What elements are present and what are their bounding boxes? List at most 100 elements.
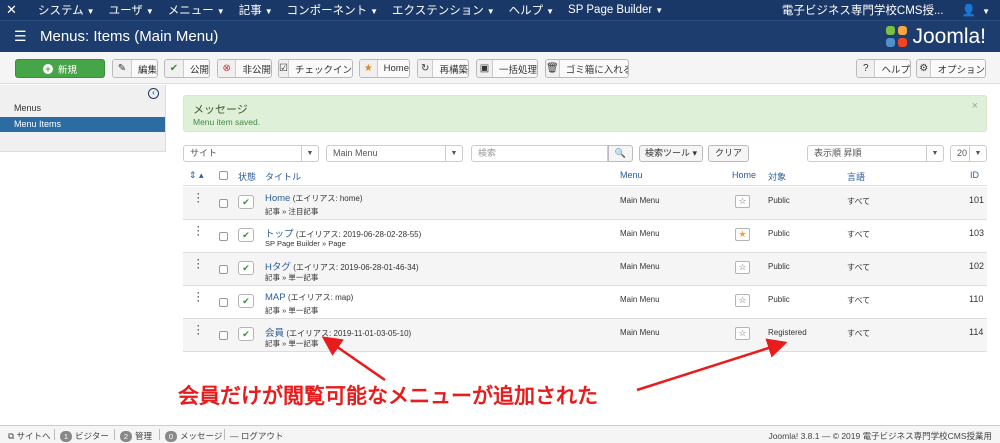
checkbox-icon: ☑	[279, 60, 289, 77]
sidebar: ‹ Menus Menu Items	[0, 85, 166, 152]
item-title-link[interactable]: MAP	[265, 292, 286, 303]
search-input[interactable]: 検索	[471, 145, 608, 162]
menu-sp-page-builder[interactable]: SP Page Builder ▼	[568, 4, 663, 16]
col-language[interactable]: 言語	[847, 170, 865, 183]
item-menu: Main Menu	[620, 262, 660, 271]
col-title[interactable]: タイトル	[265, 170, 301, 183]
admins-status[interactable]: 2 管理	[120, 430, 152, 442]
unpublish-button[interactable]: ⊗ 非公開	[217, 59, 272, 78]
select-all-checkbox[interactable]	[219, 171, 228, 180]
joomla-logo-icon	[886, 25, 908, 48]
sort-order-icon[interactable]: ⇕ ▴	[189, 170, 204, 181]
home-star-icon[interactable]: ☆	[735, 327, 750, 340]
home-star-icon[interactable]: ☆	[735, 195, 750, 208]
row-checkbox[interactable]	[219, 232, 228, 241]
row-checkbox[interactable]	[219, 265, 228, 274]
drag-handle-icon[interactable]: · · ·	[197, 190, 200, 207]
drag-handle-icon[interactable]: · · ·	[197, 223, 200, 240]
published-check-icon[interactable]: ✔	[238, 228, 254, 242]
site-name-link[interactable]: 電子ビジネス専門学校CMS授...	[782, 2, 944, 18]
menu-components[interactable]: コンポーネント ▼	[287, 2, 378, 18]
item-id: 114	[969, 327, 984, 337]
item-language: すべて	[847, 230, 871, 239]
menu-filter-select[interactable]: Main Menu ▼	[326, 145, 463, 162]
published-check-icon[interactable]: ✔	[238, 294, 254, 308]
toolbar: + 新規 ✎ 編集 ✔ 公開 ⊗ 非公開 ☑ チェックイン ★ Home ↻ 再構築 ▣ 一括処…	[0, 52, 1000, 84]
trash-icon: 🗑	[546, 60, 560, 77]
options-button[interactable]: ⚙ オプション	[916, 59, 986, 78]
item-title-link[interactable]: Home	[265, 193, 290, 204]
drag-handle-icon[interactable]: · · ·	[197, 322, 200, 339]
item-id: 103	[969, 228, 985, 238]
menu-extensions[interactable]: エクステンション ▼	[392, 2, 495, 18]
col-menu[interactable]: Menu	[620, 170, 643, 180]
row-checkbox[interactable]	[219, 298, 228, 307]
help-button[interactable]: ? ヘルプ	[856, 59, 911, 78]
trash-button[interactable]: 🗑 ゴミ箱に入れる	[545, 59, 629, 78]
search-button[interactable]: 🔍	[608, 145, 633, 162]
batch-icon: ▣	[477, 60, 493, 77]
messages-status[interactable]: 0 メッセージ	[165, 430, 222, 442]
item-access: Public	[768, 229, 790, 238]
home-star-icon[interactable]: ☆	[735, 294, 750, 307]
col-status[interactable]: 状態	[238, 170, 256, 183]
chevron-down-icon: ▼	[926, 146, 943, 161]
home-star-icon[interactable]: ☆	[735, 261, 750, 274]
col-id[interactable]: ID	[970, 170, 979, 180]
home-star-icon[interactable]: ★	[735, 228, 750, 241]
logout-link[interactable]: — ログアウト	[230, 430, 283, 442]
item-access: Registered	[768, 328, 807, 337]
rebuild-button[interactable]: ↻ 再構築	[417, 59, 469, 78]
table-row: · · · ✔ Home (エイリアス: home) 記事 » 注目記事 Main …	[183, 187, 987, 220]
clear-button[interactable]: クリア	[708, 145, 749, 162]
new-button[interactable]: + 新規	[15, 59, 105, 78]
published-check-icon[interactable]: ✔	[238, 195, 254, 209]
drag-handle-icon[interactable]: · · ·	[197, 289, 200, 306]
page-title: Menus: Items (Main Menu)	[40, 28, 219, 45]
item-access: Public	[768, 262, 790, 271]
site-filter-select[interactable]: サイト ▼	[183, 145, 319, 162]
sidebar-item-menu-items[interactable]: Menu Items	[0, 117, 165, 132]
annotation-text: 会員だけが閲覧可能なメニューが追加された	[178, 384, 598, 408]
sort-select[interactable]: 表示順 昇順 ▼	[807, 145, 944, 162]
sidebar-item-menus[interactable]: Menus	[0, 101, 165, 116]
view-site-link[interactable]: ⧉ サイトへ	[8, 430, 50, 442]
item-type: 記事 » 単一記事	[265, 273, 319, 282]
home-button[interactable]: ★ Home	[359, 59, 410, 78]
published-check-icon[interactable]: ✔	[238, 327, 254, 341]
plus-icon: +	[42, 63, 53, 74]
edit-button[interactable]: ✎ 編集	[112, 59, 158, 78]
col-home[interactable]: Home	[732, 170, 756, 180]
checkin-button[interactable]: ☑ チェックイン	[278, 59, 353, 78]
item-type: SP Page Builder » Page	[265, 239, 346, 248]
col-access[interactable]: 対象	[768, 170, 786, 183]
item-language: すべて	[847, 296, 871, 305]
row-checkbox[interactable]	[219, 331, 228, 340]
menu-content[interactable]: 記事 ▼	[239, 2, 273, 18]
row-checkbox[interactable]	[219, 199, 228, 208]
menu-menus[interactable]: メニュー ▼	[168, 2, 225, 18]
drag-handle-icon[interactable]: · · ·	[197, 256, 200, 273]
published-check-icon[interactable]: ✔	[238, 261, 254, 275]
limit-select[interactable]: 20 ▼	[950, 145, 987, 162]
item-id: 102	[969, 261, 985, 271]
table-row: · · · ✔ 会員 (エイリアス: 2019-11-01-03-05-10) 記事…	[183, 319, 987, 352]
close-icon[interactable]: ×	[972, 100, 978, 112]
joomla-menu-icon[interactable]: ✕	[6, 2, 24, 18]
search-tools-button[interactable]: 検索ツール ▾	[639, 145, 703, 162]
publish-button[interactable]: ✔ 公開	[164, 59, 210, 78]
menu-users[interactable]: ユーザ ▼	[109, 2, 154, 18]
menu-system[interactable]: システム ▼	[38, 2, 95, 18]
unpublish-icon: ⊗	[218, 60, 237, 77]
list-icon: ☰	[14, 28, 27, 44]
visitors-status[interactable]: 1 ビジター	[60, 430, 109, 442]
collapse-sidebar-icon[interactable]: ‹	[148, 88, 159, 99]
menu-help[interactable]: ヘルプ ▼	[509, 2, 554, 18]
version-text: Joomla! 3.8.1 — © 2019 電子ビジネス専門学校CMS授業用	[768, 431, 992, 441]
batch-button[interactable]: ▣ 一括処理	[476, 59, 538, 78]
table-header: ⇕ ▴ 状態 タイトル Menu Home 対象 言語 ID	[183, 166, 987, 186]
item-type: 記事 » 注目記事	[265, 207, 319, 216]
item-language: すべて	[847, 329, 871, 338]
user-icon[interactable]: 👤 ▼	[962, 3, 990, 17]
message-heading: メッセージ	[193, 104, 248, 116]
